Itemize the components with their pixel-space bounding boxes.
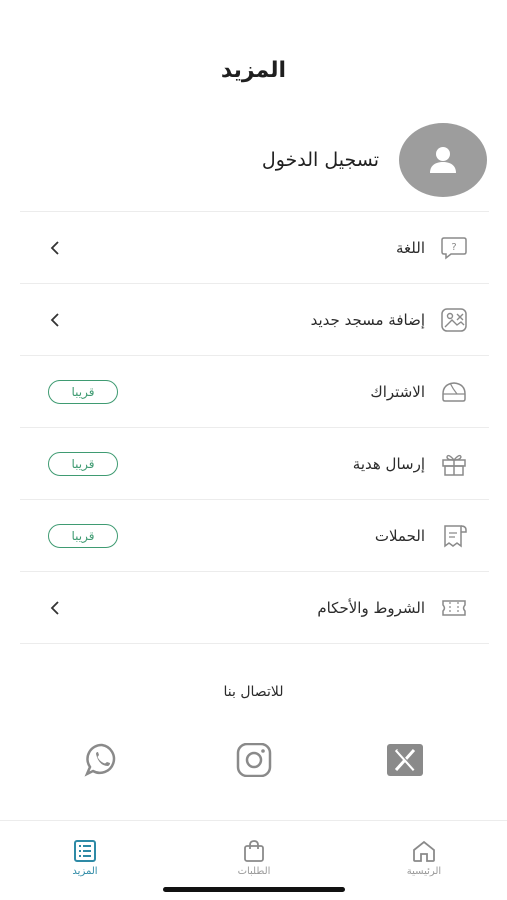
tab-label: الرئيسية bbox=[406, 866, 442, 877]
x-icon bbox=[387, 744, 423, 776]
tab-orders[interactable]: الطلبات bbox=[214, 839, 294, 877]
status-badge: قريبا bbox=[48, 379, 118, 404]
menu-label: الشروط والأحكام bbox=[317, 598, 425, 617]
campaign-icon bbox=[437, 519, 471, 553]
login-label[interactable]: تسجيل الدخول bbox=[262, 149, 379, 171]
menu-item-campaigns[interactable]: الحملات قريبا bbox=[20, 500, 489, 572]
status-badge: قريبا bbox=[48, 451, 118, 476]
settings-menu: ? اللغة إضافة مسجد جديد الاشتراك قريبا إ… bbox=[20, 212, 489, 644]
person-icon bbox=[430, 147, 456, 173]
menu-label: الاشتراك bbox=[370, 382, 425, 401]
page-title: المزيد bbox=[220, 58, 287, 83]
ticket-icon bbox=[437, 591, 471, 625]
contact-title: للاتصال بنا bbox=[223, 684, 284, 700]
add-image-icon bbox=[437, 303, 471, 337]
bottom-tab-bar: الرئيسية الطلبات المزيد bbox=[0, 820, 507, 900]
menu-item-terms[interactable]: الشروط والأحكام bbox=[20, 572, 489, 644]
whatsapp-link[interactable] bbox=[82, 740, 122, 780]
menu-label: إضافة مسجد جديد bbox=[310, 310, 425, 329]
avatar[interactable] bbox=[399, 123, 487, 197]
home-indicator bbox=[163, 887, 345, 892]
svg-text:?: ? bbox=[451, 242, 456, 253]
menu-item-subscription[interactable]: الاشتراك قريبا bbox=[20, 356, 489, 428]
menu-label: إرسال هدية bbox=[352, 454, 425, 473]
help-bubble-icon: ? bbox=[437, 231, 471, 265]
menu-label: اللغة bbox=[396, 238, 425, 257]
social-links bbox=[0, 740, 507, 784]
menu-item-send-gift[interactable]: إرسال هدية قريبا bbox=[20, 428, 489, 500]
tab-home[interactable]: الرئيسية bbox=[384, 839, 464, 877]
x-link[interactable] bbox=[385, 740, 425, 780]
instagram-icon bbox=[236, 743, 272, 777]
tab-label: الطلبات bbox=[237, 866, 271, 877]
tab-label: المزيد bbox=[72, 866, 98, 877]
chevron-left-icon bbox=[48, 310, 62, 330]
login-row[interactable]: تسجيل الدخول bbox=[22, 122, 487, 198]
menu-item-language[interactable]: ? اللغة bbox=[20, 212, 489, 284]
tab-more[interactable]: المزيد bbox=[45, 839, 125, 877]
bag-icon bbox=[244, 840, 264, 862]
chevron-left-icon bbox=[48, 238, 62, 258]
gift-icon bbox=[437, 447, 471, 481]
chevron-left-icon bbox=[48, 598, 62, 618]
subscription-icon bbox=[437, 375, 471, 409]
menu-item-add-mosque[interactable]: إضافة مسجد جديد bbox=[20, 284, 489, 356]
home-icon bbox=[413, 840, 435, 862]
status-badge: قريبا bbox=[48, 523, 118, 548]
instagram-link[interactable] bbox=[234, 740, 274, 780]
whatsapp-icon bbox=[84, 743, 116, 777]
menu-label: الحملات bbox=[374, 526, 425, 545]
list-icon bbox=[74, 840, 96, 862]
